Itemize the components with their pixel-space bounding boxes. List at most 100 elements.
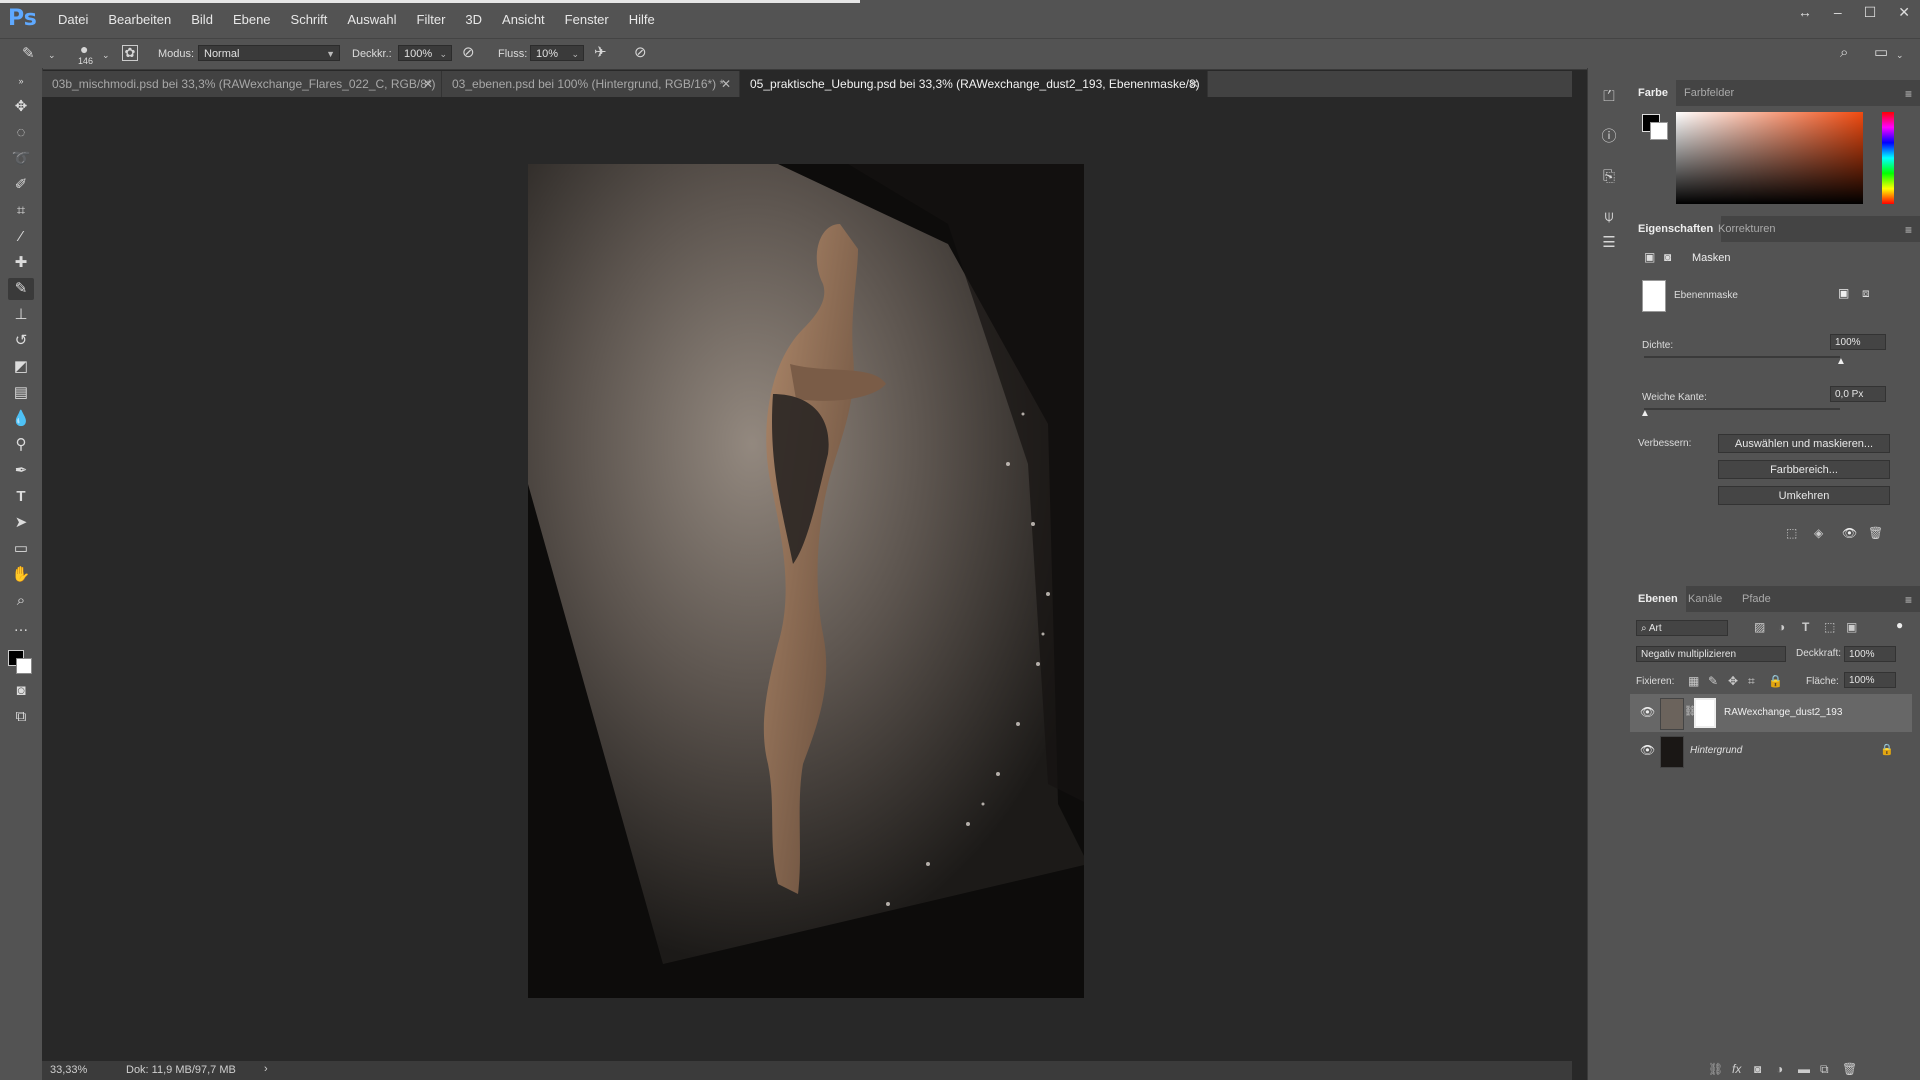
feather-slider[interactable] — [1644, 408, 1840, 410]
density-slider[interactable] — [1644, 356, 1840, 358]
select-pixel-mask-icon[interactable]: ▣ — [1838, 286, 1849, 300]
add-mask-icon[interactable]: ◙ — [1754, 1062, 1761, 1076]
chevron-right-icon[interactable]: › — [264, 1063, 268, 1075]
trash-icon[interactable]: 🗑 — [1842, 1062, 1857, 1076]
layer-name[interactable]: Hintergrund — [1690, 745, 1742, 756]
color-field[interactable] — [1676, 112, 1863, 204]
healing-brush-tool-icon[interactable]: ✚ — [8, 252, 34, 274]
history-icon[interactable]: ⏍ — [1598, 86, 1620, 108]
tab-korrekturen[interactable]: Korrekturen — [1710, 216, 1783, 242]
airbrush-icon[interactable]: ✈ — [594, 45, 607, 61]
panel-menu-icon[interactable]: ≡ — [1905, 87, 1912, 101]
gradient-tool-icon[interactable]: ▤ — [8, 382, 34, 404]
lock-all-icon[interactable]: 🔒 — [1768, 674, 1783, 688]
zoom-level[interactable]: 33,33% — [50, 1064, 87, 1076]
menu-item-auswahl[interactable]: Auswahl — [337, 12, 406, 27]
hue-slider[interactable] — [1882, 112, 1894, 204]
filter-type-icon[interactable]: T — [1802, 620, 1809, 634]
tab-farbe[interactable]: Farbe — [1630, 80, 1676, 106]
crop-tool-icon[interactable]: ⌗ — [8, 200, 34, 222]
path-select-tool-icon[interactable]: ➤ — [8, 512, 34, 534]
mode-select[interactable]: Normal ▼ — [198, 45, 340, 61]
lock-pixels-icon[interactable]: ✎ — [1708, 674, 1718, 688]
close-icon[interactable]: ✕ — [721, 71, 731, 97]
brush-settings-icon[interactable]: ⍦ — [1598, 206, 1620, 228]
close-icon[interactable]: ✕ — [1189, 71, 1199, 97]
brush-panel-icon[interactable]: ✿ — [122, 45, 138, 61]
chevron-down-icon[interactable]: ⌄ — [48, 47, 56, 63]
visibility-icon[interactable]: 👁 — [1842, 526, 1857, 540]
vector-mask-icon[interactable]: ◙ — [1664, 250, 1671, 264]
fill-field[interactable]: 100% — [1844, 672, 1896, 688]
folder-icon[interactable]: ▬ — [1798, 1062, 1810, 1076]
tab-farbfelder[interactable]: Farbfelder — [1676, 80, 1742, 106]
panel-menu-icon[interactable]: ≡ — [1905, 593, 1912, 607]
workspace-icon[interactable]: ▭ — [1874, 45, 1888, 61]
lock-transparency-icon[interactable]: ▦ — [1688, 674, 1699, 688]
layer-opacity-field[interactable]: 100% — [1844, 646, 1896, 662]
menu-item-ansicht[interactable]: Ansicht — [492, 12, 555, 27]
density-slider-thumb[interactable]: ▲ — [1836, 356, 1846, 367]
rectangle-tool-icon[interactable]: ▭ — [8, 538, 34, 560]
select-and-mask-button[interactable]: Auswählen und maskieren... — [1718, 434, 1890, 453]
move-tool-icon[interactable]: ✥ — [8, 96, 34, 118]
color-range-button[interactable]: Farbbereich... — [1718, 460, 1890, 479]
lock-position-icon[interactable]: ✥ — [1728, 674, 1738, 688]
adjustment-layer-icon[interactable]: ◑ — [1776, 1062, 1783, 1076]
menu-item-3d[interactable]: 3D — [455, 12, 492, 27]
menu-item-hilfe[interactable]: Hilfe — [619, 12, 665, 27]
quick-select-tool-icon[interactable]: ✐ — [8, 174, 34, 196]
fx-icon[interactable]: fx — [1732, 1062, 1741, 1076]
history-brush-tool-icon[interactable]: ↺ — [8, 330, 34, 352]
lock-artboard-icon[interactable]: ⌗ — [1748, 674, 1755, 689]
layer-row[interactable]: 👁 ⛓ RAWexchange_dust2_193 — [1630, 694, 1912, 732]
close-icon[interactable]: ✕ — [1898, 4, 1910, 21]
close-icon[interactable]: ✕ — [423, 71, 433, 97]
menu-item-schrift[interactable]: Schrift — [281, 12, 338, 27]
more-tools-icon[interactable]: … — [8, 616, 34, 638]
tab-mischmodi[interactable]: 03b_mischmodi.psd bei 33,3% (RAWexchange… — [42, 71, 442, 117]
visibility-icon[interactable]: 👁 — [1640, 705, 1655, 719]
load-selection-icon[interactable]: ⬚ — [1786, 526, 1797, 540]
layer-row[interactable]: 👁 Hintergrund 🔒 — [1630, 732, 1912, 770]
chevron-down-icon[interactable]: ⌄ — [102, 47, 110, 63]
feather-field[interactable]: 0,0 Px — [1830, 386, 1886, 402]
type-tool-icon[interactable]: T — [8, 486, 34, 508]
opacity-field[interactable]: 100% ⌄ — [398, 45, 452, 61]
new-layer-icon[interactable]: ⧉ — [1820, 1062, 1829, 1077]
collapse-icon[interactable]: » — [8, 70, 34, 92]
filter-toggle-icon[interactable]: ● — [1896, 618, 1903, 632]
tab-ebenen[interactable]: Ebenen — [1630, 586, 1686, 612]
marquee-tool-icon[interactable]: ◌ — [8, 122, 34, 144]
pixel-mask-icon[interactable]: ▣ — [1644, 250, 1655, 264]
density-field[interactable]: 100% — [1830, 334, 1886, 350]
adjustments-icon[interactable]: ☰ — [1598, 232, 1620, 254]
panel-menu-icon[interactable]: ≡ — [1905, 223, 1912, 237]
hand-tool-icon[interactable]: ✋ — [8, 564, 34, 586]
background-swatch[interactable] — [1650, 122, 1668, 140]
mask-thumbnail[interactable] — [1642, 280, 1666, 312]
menu-item-fenster[interactable]: Fenster — [555, 12, 619, 27]
trash-icon[interactable]: 🗑 — [1868, 526, 1883, 540]
add-vector-mask-icon[interactable]: ⧈ — [1862, 286, 1870, 301]
maximize-icon[interactable]: ☐ — [1864, 4, 1877, 21]
brush-tool-icon[interactable]: ✎ — [8, 278, 34, 300]
dodge-tool-icon[interactable]: ⚲ — [8, 434, 34, 456]
filter-shape-icon[interactable]: ⬚ — [1824, 620, 1835, 634]
filter-pixel-icon[interactable]: ▨ — [1754, 620, 1765, 634]
brush-preset-icon[interactable]: ● — [80, 41, 88, 57]
zoom-tool-icon[interactable]: ⌕ — [8, 590, 34, 612]
link-layers-icon[interactable]: ⛓ — [1708, 1062, 1723, 1076]
layer-mask-thumbnail[interactable] — [1694, 698, 1716, 728]
document-image[interactable] — [528, 164, 1084, 998]
layer-name[interactable]: RAWexchange_dust2_193 — [1724, 707, 1842, 718]
chevron-down-icon[interactable]: ⌄ — [1896, 47, 1904, 63]
minimize-icon[interactable]: – — [1834, 4, 1842, 21]
menu-item-bearbeiten[interactable]: Bearbeiten — [98, 12, 181, 27]
menu-item-datei[interactable]: Datei — [48, 12, 98, 27]
brush-tool-icon[interactable]: ✎ — [22, 46, 35, 62]
tab-kanaele[interactable]: Kanäle — [1680, 586, 1730, 612]
tab-eigenschaften[interactable]: Eigenschaften — [1630, 216, 1722, 242]
quick-mask-icon[interactable]: ◙ — [8, 680, 34, 702]
visibility-icon[interactable]: 👁 — [1640, 743, 1655, 757]
